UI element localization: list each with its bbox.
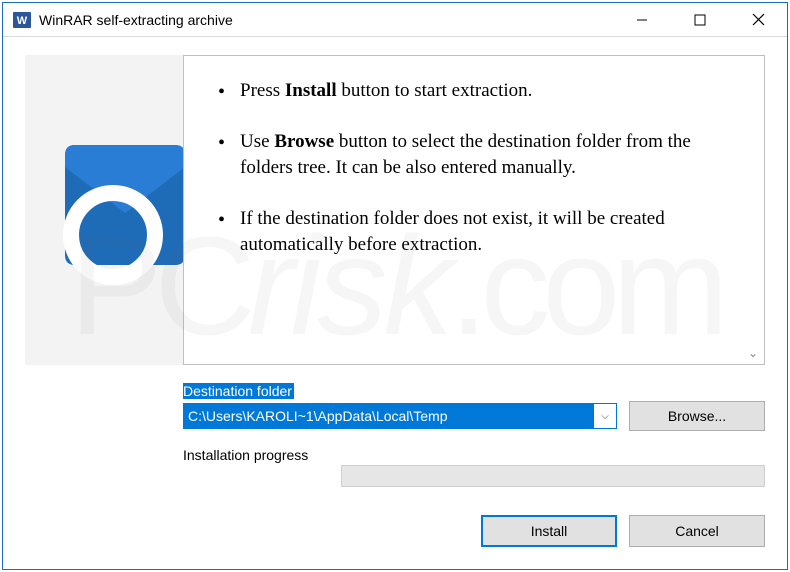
instruction-item: If the destination folder does not exist… xyxy=(212,206,738,259)
progress-label: Installation progress xyxy=(183,447,310,463)
progress-group: Installation progress xyxy=(183,447,765,487)
browse-button[interactable]: Browse... xyxy=(629,401,765,431)
window-body: Press Install button to start extraction… xyxy=(3,37,787,569)
sidebar-image xyxy=(25,55,183,365)
minimize-button[interactable] xyxy=(613,3,671,36)
instruction-bold: Browse xyxy=(274,131,334,152)
progress-bar xyxy=(341,465,765,487)
instruction-bold: Install xyxy=(285,80,337,101)
instruction-text: If the destination folder does not exist… xyxy=(240,208,665,256)
word-icon: W xyxy=(13,11,31,29)
destination-input[interactable] xyxy=(184,404,594,428)
destination-row: ⌵ Browse... xyxy=(183,401,765,431)
svg-text:W: W xyxy=(17,15,28,27)
chevron-down-icon[interactable]: ⌄ xyxy=(748,346,758,360)
destination-group: Destination folder ⌵ Browse... xyxy=(183,383,765,431)
destination-label: Destination folder xyxy=(183,383,294,399)
main-window: W WinRAR self-extracting archive xyxy=(2,2,788,570)
install-button[interactable]: Install xyxy=(481,515,617,547)
maximize-button[interactable] xyxy=(671,3,729,36)
instruction-text: Use xyxy=(240,131,274,152)
destination-combo[interactable]: ⌵ xyxy=(183,403,617,429)
instruction-text: Press xyxy=(240,80,285,101)
close-button[interactable] xyxy=(729,3,787,36)
instruction-text: button to start extraction. xyxy=(337,80,533,101)
cancel-button[interactable]: Cancel xyxy=(629,515,765,547)
instruction-item: Press Install button to start extraction… xyxy=(212,78,738,105)
instruction-item: Use Browse button to select the destinat… xyxy=(212,129,738,182)
chevron-down-icon[interactable]: ⌵ xyxy=(594,404,616,428)
titlebar: W WinRAR self-extracting archive xyxy=(3,3,787,37)
instructions-panel: Press Install button to start extraction… xyxy=(183,55,765,365)
window-controls xyxy=(613,3,787,36)
top-area: Press Install button to start extraction… xyxy=(25,55,765,365)
window-title: WinRAR self-extracting archive xyxy=(39,12,613,28)
action-buttons: Install Cancel xyxy=(481,515,765,547)
